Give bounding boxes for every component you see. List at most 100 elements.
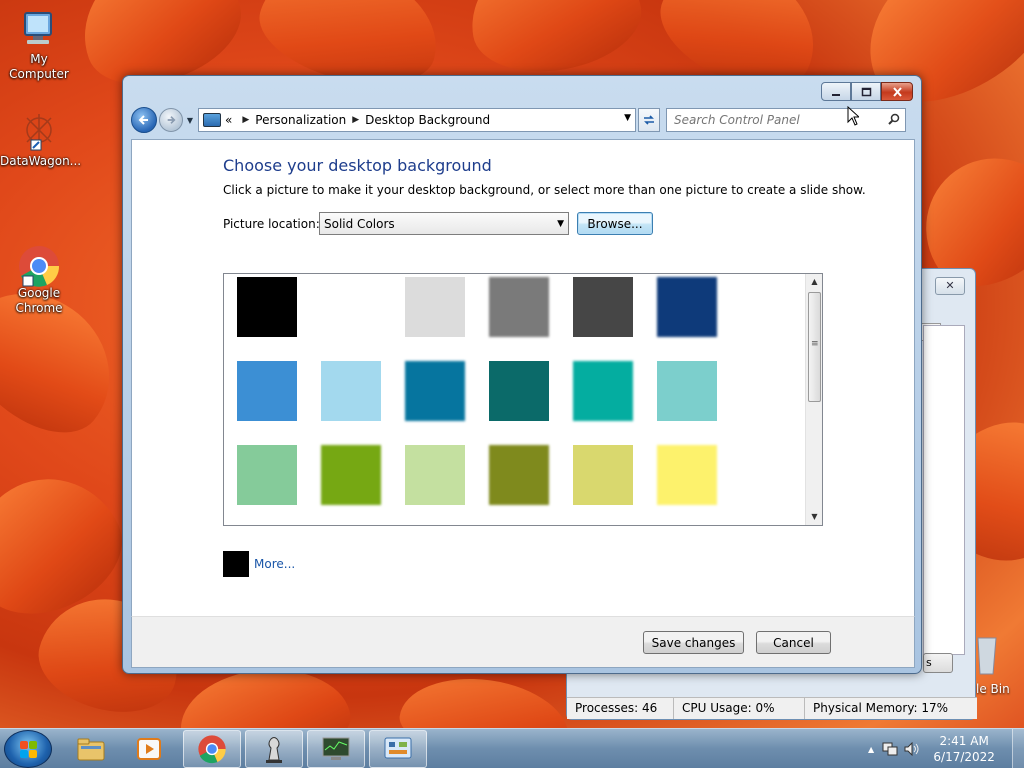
gallery-scrollbar[interactable]: ▲ ▼ — [805, 274, 822, 525]
window-caption-buttons — [821, 82, 913, 101]
scroll-up-icon[interactable]: ▲ — [806, 274, 822, 290]
taskbar-chrome[interactable] — [183, 730, 241, 768]
picture-location-value: Solid Colors — [324, 217, 395, 231]
refresh-icon — [644, 115, 654, 125]
more-color-swatch[interactable] — [223, 551, 249, 577]
desktop-icon-label: DataWagon... — [0, 154, 82, 168]
search-box[interactable] — [666, 108, 906, 132]
desktop-icon-label: My Computer — [9, 52, 69, 81]
picture-location-select[interactable]: Solid Colors ▼ — [319, 212, 569, 235]
media-player-icon — [137, 738, 161, 760]
color-swatch[interactable] — [657, 445, 717, 505]
address-bar[interactable]: « ▶ Personalization ▶ Desktop Background… — [198, 108, 636, 132]
minimize-button[interactable] — [821, 82, 851, 101]
taskbar-explorer[interactable] — [62, 730, 120, 768]
taskbar-control-panel[interactable] — [369, 730, 427, 768]
control-panel-icon — [203, 113, 221, 127]
taskbar-media-player[interactable] — [120, 730, 178, 768]
color-swatch[interactable] — [321, 445, 381, 505]
back-arrow-icon — [138, 115, 148, 125]
task-manager-icon — [322, 737, 350, 760]
show-hidden-icons-icon[interactable]: ▲ — [868, 745, 874, 754]
volume-icon[interactable] — [904, 742, 920, 756]
control-panel-icon — [384, 737, 412, 759]
recent-pages-dropdown[interactable]: ▼ — [184, 116, 196, 125]
task-manager-close-button[interactable]: ✕ — [935, 277, 965, 295]
close-button[interactable] — [881, 82, 913, 101]
color-swatch[interactable] — [237, 361, 297, 421]
close-icon — [892, 86, 902, 97]
address-dropdown-icon[interactable]: ▼ — [624, 113, 631, 123]
page-description: Click a picture to make it your desktop … — [223, 183, 866, 197]
search-icon[interactable] — [888, 113, 900, 125]
breadcrumb-personalization[interactable]: Personalization — [255, 113, 346, 127]
color-swatch[interactable] — [237, 445, 297, 505]
color-swatch[interactable] — [489, 445, 549, 505]
desktop-icon-my-computer[interactable]: My Computer — [0, 10, 78, 82]
search-input[interactable] — [667, 109, 867, 131]
color-swatch[interactable] — [405, 277, 465, 337]
scroll-down-icon[interactable]: ▼ — [806, 509, 822, 525]
datawagon-icon — [17, 112, 61, 152]
color-swatch[interactable] — [657, 277, 717, 337]
clock-time: 2:41 AM — [939, 734, 989, 748]
desktop-background-window[interactable]: ▼ « ▶ Personalization ▶ Desktop Backgrou… — [122, 75, 922, 674]
page-title: Choose your desktop background — [223, 156, 492, 175]
color-swatch[interactable] — [573, 445, 633, 505]
chrome-icon — [198, 735, 226, 764]
refresh-button[interactable] — [638, 108, 660, 132]
color-swatch[interactable] — [321, 277, 381, 337]
maximize-button[interactable] — [851, 82, 881, 101]
back-button[interactable] — [131, 107, 157, 133]
recycle-bin-label: le Bin — [976, 682, 1010, 696]
desktop-icon-google-chrome[interactable]: Google Chrome — [0, 216, 78, 330]
breadcrumb-separator-icon[interactable]: ▶ — [352, 115, 359, 125]
windows-logo-icon — [20, 741, 38, 759]
chess-icon — [266, 737, 282, 763]
cancel-button[interactable]: Cancel — [756, 631, 831, 654]
color-swatch[interactable] — [405, 361, 465, 421]
color-swatch-gallery: ▲ ▼ — [223, 273, 823, 526]
color-swatch[interactable] — [405, 445, 465, 505]
window-footer: Save changes Cancel — [131, 616, 915, 668]
forward-arrow-icon — [167, 116, 176, 124]
task-manager-button[interactable]: s — [923, 653, 953, 673]
computer-icon — [17, 10, 61, 50]
clock[interactable]: 2:41 AM 6/17/2022 — [932, 733, 996, 765]
recycle-bin-icon[interactable] — [976, 632, 998, 676]
network-icon[interactable] — [882, 742, 898, 756]
forward-button[interactable] — [159, 108, 183, 132]
color-swatch[interactable] — [489, 361, 549, 421]
save-changes-button[interactable]: Save changes — [643, 631, 744, 654]
desktop-icon-datawagon[interactable]: DataWagon... — [0, 112, 82, 169]
task-manager-list — [923, 325, 965, 655]
more-colors-link[interactable]: More... — [254, 557, 295, 571]
maximize-icon — [861, 87, 871, 96]
color-swatch[interactable] — [489, 277, 549, 337]
chevron-down-icon: ▼ — [557, 219, 564, 229]
picture-location-label: Picture location: — [223, 217, 320, 231]
show-desktop-button[interactable] — [1012, 729, 1024, 768]
processes-status: Processes: 46 — [567, 698, 674, 719]
start-button[interactable] — [4, 730, 52, 768]
color-swatch[interactable] — [657, 361, 717, 421]
color-swatch[interactable] — [573, 361, 633, 421]
taskbar-chess[interactable] — [245, 730, 303, 768]
memory-status: Physical Memory: 17% — [813, 701, 949, 715]
folder-icon — [77, 738, 105, 761]
breadcrumb-desktop-background[interactable]: Desktop Background — [365, 113, 490, 127]
navigation-bar: ▼ « ▶ Personalization ▶ Desktop Backgrou… — [131, 106, 915, 134]
desktop-icon-label: Google Chrome — [15, 286, 63, 315]
chrome-icon — [17, 230, 61, 287]
color-swatch[interactable] — [573, 277, 633, 337]
color-swatch[interactable] — [321, 361, 381, 421]
scrollbar-thumb[interactable] — [808, 292, 821, 402]
breadcrumb-separator-icon[interactable]: ▶ — [242, 115, 249, 125]
content-pane: Choose your desktop background Click a p… — [131, 139, 915, 617]
color-swatch[interactable] — [237, 277, 297, 337]
taskbar: ▲ 2:41 AM 6/17/2022 — [0, 728, 1024, 768]
taskbar-task-manager[interactable] — [307, 730, 365, 768]
browse-button[interactable]: Browse... — [577, 212, 653, 235]
breadcrumb-overflow[interactable]: « — [225, 113, 232, 127]
cpu-status: CPU Usage: 0% — [674, 698, 805, 719]
